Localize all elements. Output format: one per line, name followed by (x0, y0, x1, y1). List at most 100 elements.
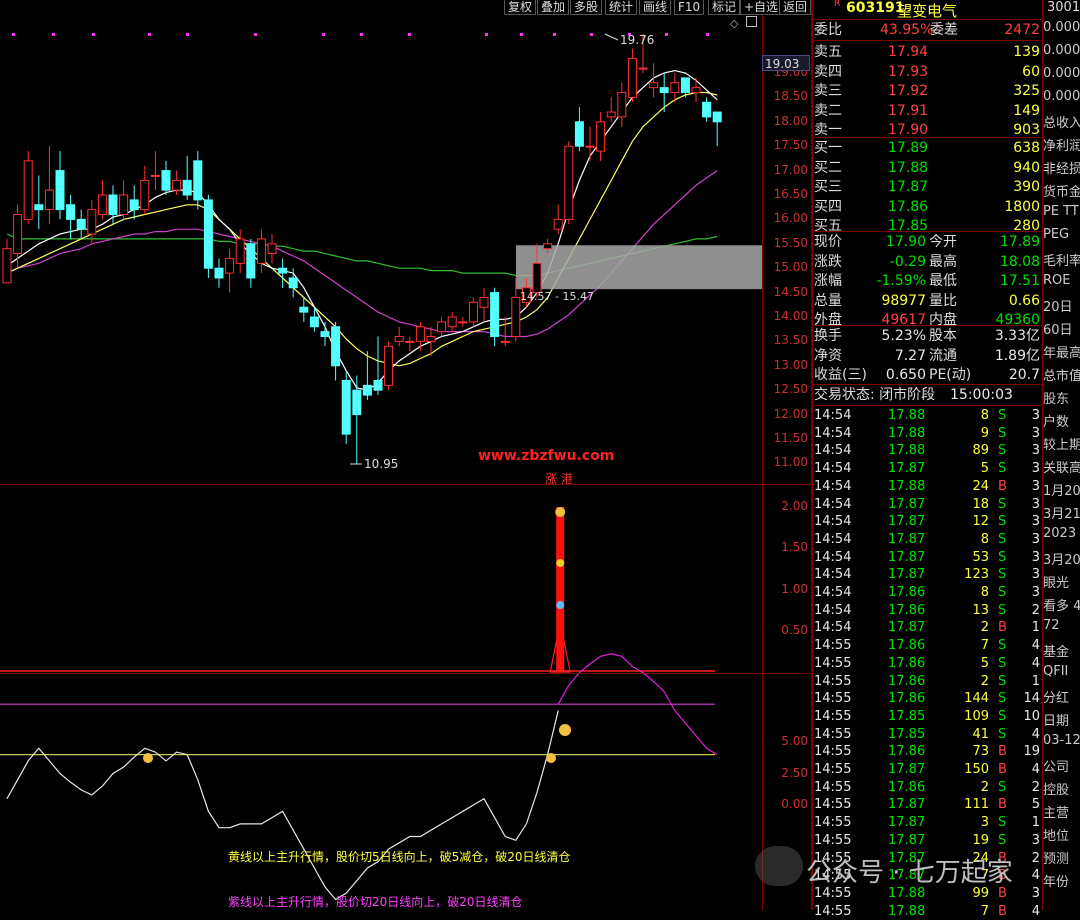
candle (182, 155, 192, 200)
toolbar-button-diejia[interactable]: 叠加 (537, 0, 570, 15)
trade-status: 交易状态: 闭市阶段 (814, 387, 936, 403)
marker-dot (408, 33, 411, 36)
candle-body (585, 145, 595, 148)
ask-volume: 149 (1013, 102, 1040, 119)
tick-time: 14:55 (814, 832, 852, 848)
tick-time: 14:55 (814, 691, 852, 707)
ask-volume: 60 (1022, 63, 1040, 80)
toolbar-button-add-watchlist[interactable]: +自选 (740, 0, 783, 15)
price-tick: 12.50 (773, 382, 808, 397)
marker-dot (322, 33, 325, 36)
quote-label: 总量 (814, 292, 842, 309)
candle-body (543, 243, 553, 250)
yellow-line-note: 黄线以上主升行情，股价切5日线向上，破5减仓，破20日线清仓 (228, 850, 571, 864)
far-panel-item: 1月20 (1043, 484, 1080, 499)
quote-label: 量比 (929, 292, 957, 309)
tick-side: S (998, 425, 1007, 441)
marker-dot (12, 33, 15, 36)
candle (299, 297, 309, 322)
candle (87, 199, 97, 244)
candle-body (627, 57, 637, 98)
tick-side: B (998, 762, 1007, 777)
quote-label: 今开 (929, 234, 957, 250)
tick-price: 17.86 (888, 638, 926, 654)
window-toggle-icon[interactable] (746, 16, 757, 27)
price-tick: 16.50 (773, 187, 808, 201)
candle-body (87, 209, 97, 235)
candle-body (373, 379, 383, 391)
toolbar-button-back[interactable]: 返回 (779, 0, 812, 15)
tick-count: 14 (1023, 691, 1040, 707)
tick-count: 4 (1031, 762, 1040, 777)
tick-time: 14:55 (814, 815, 852, 831)
toolbar-button-huaxian[interactable]: 画线 (639, 0, 672, 15)
toolbar-button-f10[interactable]: F10 (674, 0, 705, 15)
candle (490, 287, 500, 347)
price-tick: 18.50 (773, 89, 808, 104)
tick-side: S (998, 691, 1007, 707)
candle (468, 297, 478, 327)
candle-body (468, 301, 478, 323)
weicha-label: 委差 (930, 22, 958, 38)
candle-body (447, 316, 457, 328)
tick-count: 4 (1031, 655, 1040, 671)
tick-side: S (998, 443, 1007, 459)
far-panel-item: 年最高 (1043, 346, 1080, 361)
toolbar-button-fuquan[interactable]: 复权 (504, 0, 537, 15)
candle-body (203, 199, 213, 269)
tick-count: 2 (1031, 602, 1040, 618)
candle-body (649, 82, 659, 89)
candle-body (55, 170, 65, 211)
quote-label: 涨跌 (814, 253, 842, 270)
webi-label: 委比 (814, 22, 842, 38)
tick-volume: 3 (980, 815, 989, 831)
tick-time: 14:55 (814, 744, 852, 760)
far-panel-item: 总收入 (1043, 116, 1080, 131)
candle-body (384, 345, 394, 386)
candle-body (564, 145, 574, 220)
candle-body (659, 87, 669, 94)
ask-price: 17.92 (888, 83, 929, 99)
ask-label: 卖三 (814, 83, 842, 99)
candle (214, 258, 224, 288)
tick-time: 14:55 (814, 762, 852, 777)
tick-count: 4 (1031, 638, 1040, 654)
far-panel-item: 0.000 (1043, 20, 1080, 35)
far-panel-item: 总市值 (1043, 369, 1080, 384)
tick-price: 17.87 (888, 815, 926, 831)
diamond-icon[interactable]: ◇ (730, 17, 738, 30)
tick-side: B (998, 903, 1007, 919)
candle-body (150, 174, 160, 177)
tick-price: 17.86 (888, 744, 926, 760)
candle (140, 165, 150, 215)
toolbar-button-tongji[interactable]: 统计 (605, 0, 638, 15)
price-tick: 17.50 (773, 138, 808, 153)
toolbar-button-biaoji[interactable]: 标记 (708, 0, 741, 15)
tick-price: 17.86 (888, 691, 926, 707)
tick-price: 17.87 (888, 531, 926, 547)
candle-body (680, 77, 690, 94)
price-tick: 17.00 (773, 162, 808, 177)
high-pointer (604, 33, 619, 41)
tick-time: 14:54 (814, 425, 852, 441)
far-panel-item: 0.000 (1043, 43, 1080, 58)
price-tick: 13.00 (773, 357, 808, 372)
candle (691, 77, 701, 103)
tick-count: 3 (1031, 585, 1040, 600)
ask-label: 卖二 (814, 102, 842, 119)
tick-time: 14:54 (814, 443, 852, 459)
tick-side: S (998, 779, 1007, 795)
candle-body (108, 194, 118, 216)
far-panel-item: 净利润 (1043, 139, 1080, 154)
candle-body (214, 267, 224, 279)
tick-time: 14:54 (814, 585, 852, 600)
toolbar-button-duogu[interactable]: 多股 (570, 0, 603, 15)
tick-volume: 41 (972, 726, 989, 742)
candle-body (256, 238, 266, 264)
candle (193, 151, 203, 210)
candle (712, 111, 722, 147)
candle-body (415, 326, 425, 342)
candle (447, 312, 457, 332)
tick-time: 14:55 (814, 673, 852, 689)
candle (585, 126, 595, 161)
